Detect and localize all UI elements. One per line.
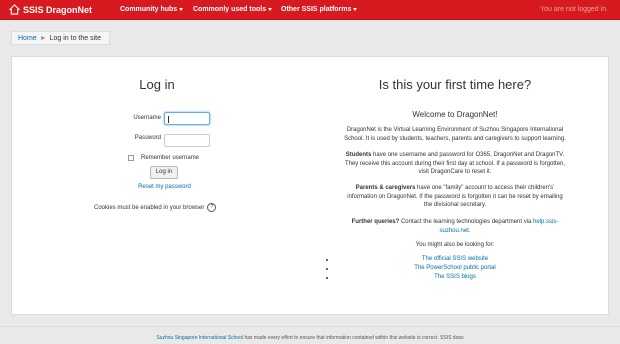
also-looking-text: You might also be looking for:: [415, 242, 495, 248]
menu-label: Other SSIS platforms: [281, 6, 352, 13]
queries-bold: Further queries?: [351, 219, 400, 225]
menu-community-hubs[interactable]: Community hubs: [120, 6, 184, 13]
breadcrumb-current: Log in to the site: [49, 35, 101, 42]
caret-down-icon: [353, 7, 358, 11]
bullet-icon: [326, 259, 328, 261]
menu-label: Commonly used tools: [193, 6, 267, 13]
school-link[interactable]: Suzhou Singapore International School: [156, 335, 243, 341]
caret-down-icon: [179, 7, 184, 11]
remember-username-label: Remember username: [141, 155, 200, 161]
queries-paragraph: Further queries? Contact the learning te…: [302, 218, 608, 235]
welcome-heading: Welcome to DragonNet!: [412, 110, 498, 119]
username-label: Username: [133, 115, 161, 121]
cookies-note-text: Cookies must be enabled in your browser: [94, 205, 205, 212]
breadcrumb-separator-icon: ►: [39, 35, 47, 42]
official-website-link[interactable]: The official SSIS website: [422, 256, 488, 262]
cookies-note: Cookies must be enabled in your browser?: [94, 203, 217, 212]
help-link[interactable]: help.ssis-: [533, 219, 558, 225]
menu-commonly-used-tools[interactable]: Commonly used tools: [193, 6, 273, 13]
parents-paragraph: Parents & caregivers have one "family" a…: [302, 184, 608, 210]
students-text: have one username and password for O365,…: [371, 152, 565, 158]
students-bold: Students: [345, 152, 372, 158]
students-line: visit DragonCare to reset it.: [418, 169, 492, 175]
students-paragraph: Students have one username and password …: [302, 151, 608, 177]
remember-username-checkbox[interactable]: [128, 155, 134, 161]
intro-line: School. It is used by students, teachers…: [344, 135, 566, 142]
bullet-icon: [326, 268, 328, 270]
list-item: The official SSIS website: [302, 256, 608, 265]
parents-line: the divisional secretary.: [423, 202, 487, 208]
intro-line: DragonNet is the Virtual Learning Enviro…: [346, 127, 564, 133]
caret-down-icon: [268, 7, 273, 11]
menu-other-ssis-platforms[interactable]: Other SSIS platforms: [281, 6, 358, 13]
main-content: Log in Username Password Remember userna…: [11, 56, 609, 315]
username-input[interactable]: [164, 112, 210, 125]
intro-paragraph: DragonNet is the Virtual Learning Enviro…: [302, 126, 608, 143]
help-link-continued[interactable]: suzhou.net: [439, 228, 468, 234]
login-status: You are not logged in.: [540, 6, 608, 13]
brand-name: SSIS DragonNet: [23, 4, 93, 15]
queries-end: .: [468, 227, 471, 234]
breadcrumb-home[interactable]: Home: [18, 35, 37, 42]
text-cursor: [168, 116, 169, 123]
parents-bold: Parents & caregivers: [355, 185, 416, 191]
footer: Suzhou Singapore International School ha…: [0, 326, 620, 344]
first-time-title: Is this your first time here?: [378, 77, 532, 92]
password-label: Password: [134, 135, 161, 141]
reset-password-link[interactable]: Reset my password: [12, 184, 317, 190]
ssis-blogs-link[interactable]: The SSIS blogs: [434, 274, 476, 280]
login-button[interactable]: Log in: [150, 166, 178, 179]
login-title: Log in: [139, 77, 175, 92]
list-item: The SSIS blogs: [302, 274, 608, 283]
powerschool-portal-link[interactable]: The PowerSchool public portal: [414, 265, 495, 271]
house-logo-icon: [9, 4, 20, 15]
parents-text: have one "family" account to access thei…: [415, 185, 555, 191]
bullet-icon: [326, 277, 328, 279]
password-input[interactable]: [164, 134, 210, 147]
footer-disclaimer: Suzhou Singapore International School ha…: [0, 335, 620, 341]
breadcrumb: Home ► Log in to the site: [11, 31, 110, 45]
related-links-list: The official SSIS website The PowerSchoo…: [302, 256, 608, 283]
help-icon[interactable]: ?: [207, 203, 217, 212]
list-item: The PowerSchool public portal: [302, 265, 608, 274]
menu-label: Community hubs: [120, 6, 178, 13]
queries-text: Contact the learning technologies depart…: [399, 219, 534, 225]
parents-line: information on DragonNet. If the passwor…: [347, 193, 563, 200]
students-line: They receive this account during their f…: [344, 160, 566, 167]
footer-text: has made every effort to ensure that inf…: [243, 335, 464, 341]
brand-link[interactable]: SSIS DragonNet: [9, 4, 92, 15]
top-navbar: SSIS DragonNet Community hubs Commonly u…: [0, 0, 620, 20]
